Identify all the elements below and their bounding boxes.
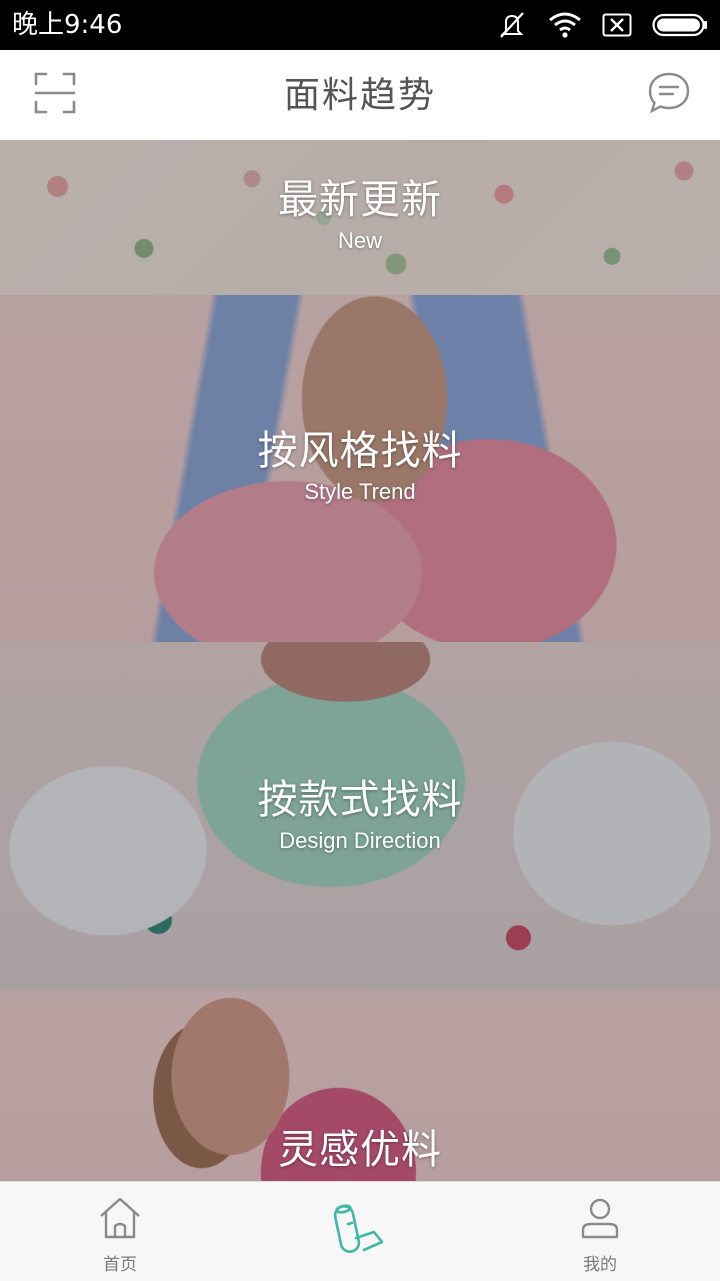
sim-x-icon (602, 13, 632, 37)
mute-icon (496, 11, 528, 39)
card-title-cn: 最新更新 (278, 177, 442, 223)
card-inspiration[interactable]: 灵感优料 (0, 990, 720, 1182)
card-new[interactable]: 最新更新 New (0, 140, 720, 295)
battery-icon (652, 13, 708, 37)
card-title-cn: 按风格找料 (257, 428, 463, 474)
nav-label: 我的 (583, 1255, 617, 1275)
status-time: 晚上9:46 (12, 10, 123, 40)
card-label: 灵感优料 (0, 1124, 720, 1176)
bottom-nav: 首页 我的 (0, 1181, 720, 1281)
card-title-cn: 灵感优料 (278, 1127, 442, 1173)
card-title-cn: 按款式找料 (257, 777, 463, 823)
card-label: 按款式找料 Design Direction (0, 774, 720, 856)
wifi-icon (548, 12, 582, 38)
user-icon (578, 1196, 622, 1240)
page-title: 面料趋势 (283, 75, 436, 116)
card-style-trend[interactable]: 按风格找料 Style Trend (0, 295, 720, 642)
status-bar: 晚上9:46 (0, 0, 720, 50)
card-title-en: New (337, 228, 382, 253)
card-title-en: Style Trend (304, 479, 416, 504)
message-icon (647, 71, 691, 119)
nav-fabric[interactable] (300, 1182, 420, 1281)
nav-mine[interactable]: 我的 (540, 1182, 660, 1281)
message-button[interactable] (644, 70, 694, 120)
nav-home[interactable]: 首页 (60, 1182, 180, 1281)
card-title-en: Design Direction (279, 828, 441, 853)
card-label: 按风格找料 Style Trend (0, 425, 720, 507)
card-design-direction[interactable]: 按款式找料 Design Direction (0, 642, 720, 990)
app-header: 面料趋势 (0, 50, 720, 141)
nav-label: 首页 (103, 1255, 137, 1275)
home-icon (98, 1196, 142, 1240)
status-icons (496, 10, 708, 40)
card-label: 最新更新 New (0, 174, 720, 256)
fabric-roll-icon (330, 1200, 390, 1260)
